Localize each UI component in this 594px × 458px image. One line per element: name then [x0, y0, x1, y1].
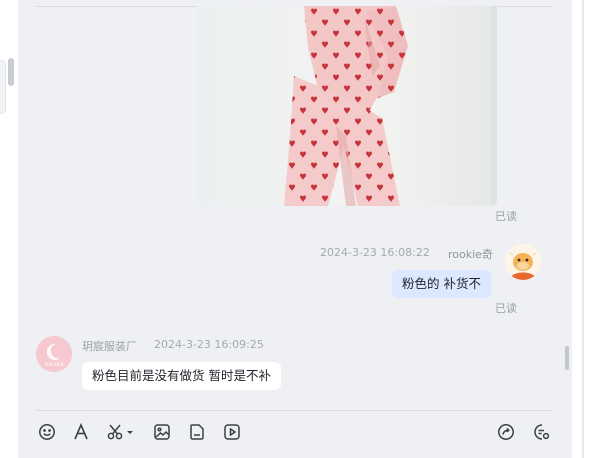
- photo-edge: [491, 6, 497, 206]
- font-icon[interactable]: [70, 421, 92, 443]
- chat-scrollbar[interactable]: [565, 346, 569, 370]
- self-avatar[interactable]: [505, 244, 541, 280]
- self-sender-name: rookie奇: [448, 248, 493, 261]
- right-divider: [582, 0, 584, 458]
- toolbar-divider: [36, 410, 552, 411]
- emoji-icon[interactable]: [36, 421, 58, 443]
- scissors-icon[interactable]: [106, 421, 136, 443]
- product-photo[interactable]: [196, 6, 497, 206]
- self-read-status: 已读: [495, 302, 517, 315]
- quick-reply-icon[interactable]: [495, 421, 517, 443]
- collapse-handle[interactable]: [0, 60, 6, 114]
- video-icon[interactable]: [221, 421, 243, 443]
- self-message-bubble[interactable]: 粉色的 补货不: [392, 270, 491, 298]
- file-icon[interactable]: [186, 421, 208, 443]
- pink-heart-outfit-photo: [284, 6, 408, 206]
- shop-logo-text: YUECHEN: [43, 362, 63, 367]
- settings-chat-icon[interactable]: [531, 421, 553, 443]
- shop-logo-icon: YUECHEN: [36, 336, 72, 372]
- shop-timestamp: 2024-3-23 16:09:25: [154, 338, 264, 351]
- left-scroll-thumb[interactable]: [8, 58, 14, 86]
- shop-message-bubble[interactable]: 粉色目前是没有做货 暂时是不补: [82, 362, 281, 390]
- cow-avatar-icon: [505, 244, 541, 280]
- image-icon[interactable]: [151, 421, 173, 443]
- self-timestamp: 2024-3-23 16:08:22: [320, 246, 430, 259]
- shop-sender-name: 玥宸服装厂: [82, 340, 137, 353]
- image-read-status: 已读: [495, 210, 517, 223]
- shop-avatar[interactable]: YUECHEN: [36, 336, 72, 372]
